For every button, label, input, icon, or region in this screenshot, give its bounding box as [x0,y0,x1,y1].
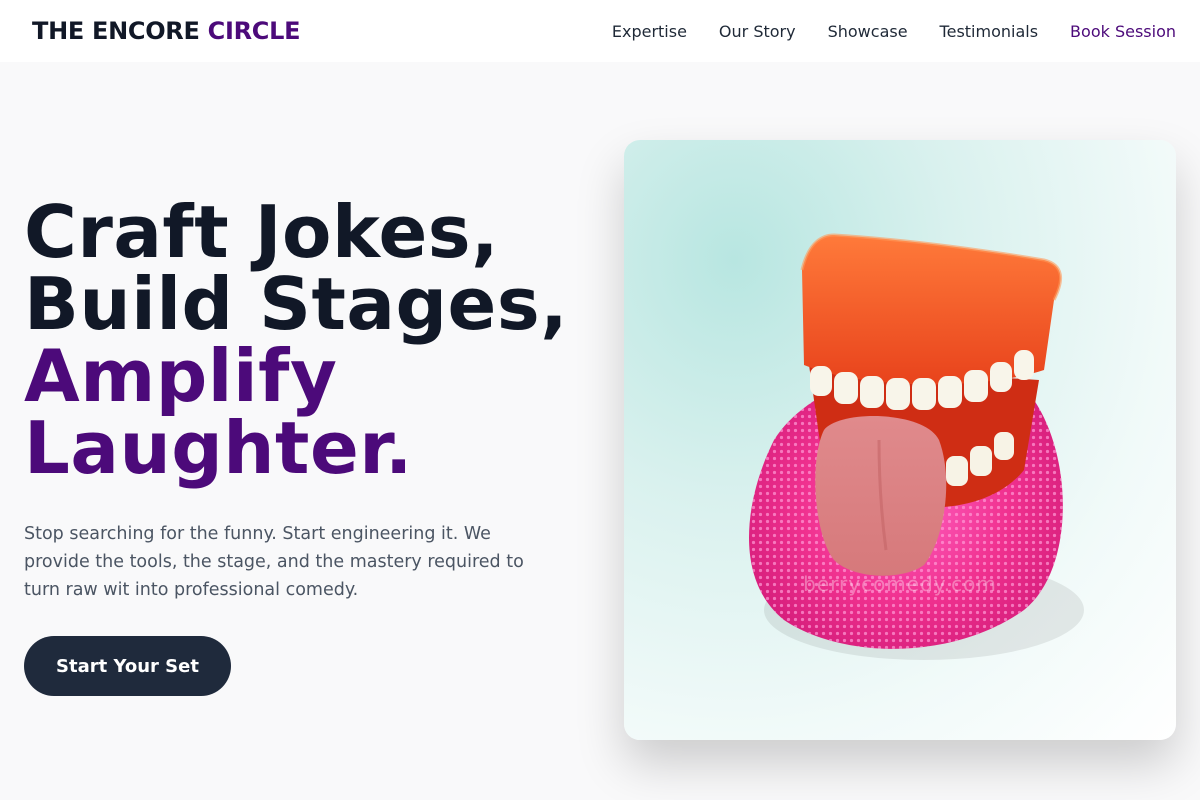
nav-links: Expertise Our Story Showcase Testimonial… [612,22,1176,41]
brand-name-main: THE ENCORE [32,17,200,45]
image-watermark: berrycomedy.com [803,572,997,596]
nav-item-our-story[interactable]: Our Story [719,22,796,41]
book-session-link[interactable]: Book Session [1070,22,1176,41]
headline-line-1: Craft Jokes, [24,190,499,274]
headline-accent-line-1: Amplify [24,334,338,418]
navbar: THE ENCORE CIRCLE Expertise Our Story Sh… [0,0,1200,62]
hero-subtext: Stop searching for the funny. Start engi… [24,524,524,600]
nav-item-testimonials[interactable]: Testimonials [940,22,1039,41]
start-your-set-button[interactable]: Start Your Set [24,636,231,696]
brand-logo[interactable]: THE ENCORE CIRCLE [32,17,300,45]
brand-name-accent: CIRCLE [207,17,301,45]
hero-image: berrycomedy.com [624,140,1176,740]
headline-accent-line-2: Laughter. [24,406,413,490]
nav-item-showcase[interactable]: Showcase [828,22,908,41]
chattering-teeth-illustration [749,233,1084,660]
nav-item-expertise[interactable]: Expertise [612,22,687,41]
hero-headline: Craft Jokes, Build Stages, Amplify Laugh… [24,196,584,484]
hero-text: Craft Jokes, Build Stages, Amplify Laugh… [24,196,584,696]
headline-line-2: Build Stages, [24,262,569,346]
